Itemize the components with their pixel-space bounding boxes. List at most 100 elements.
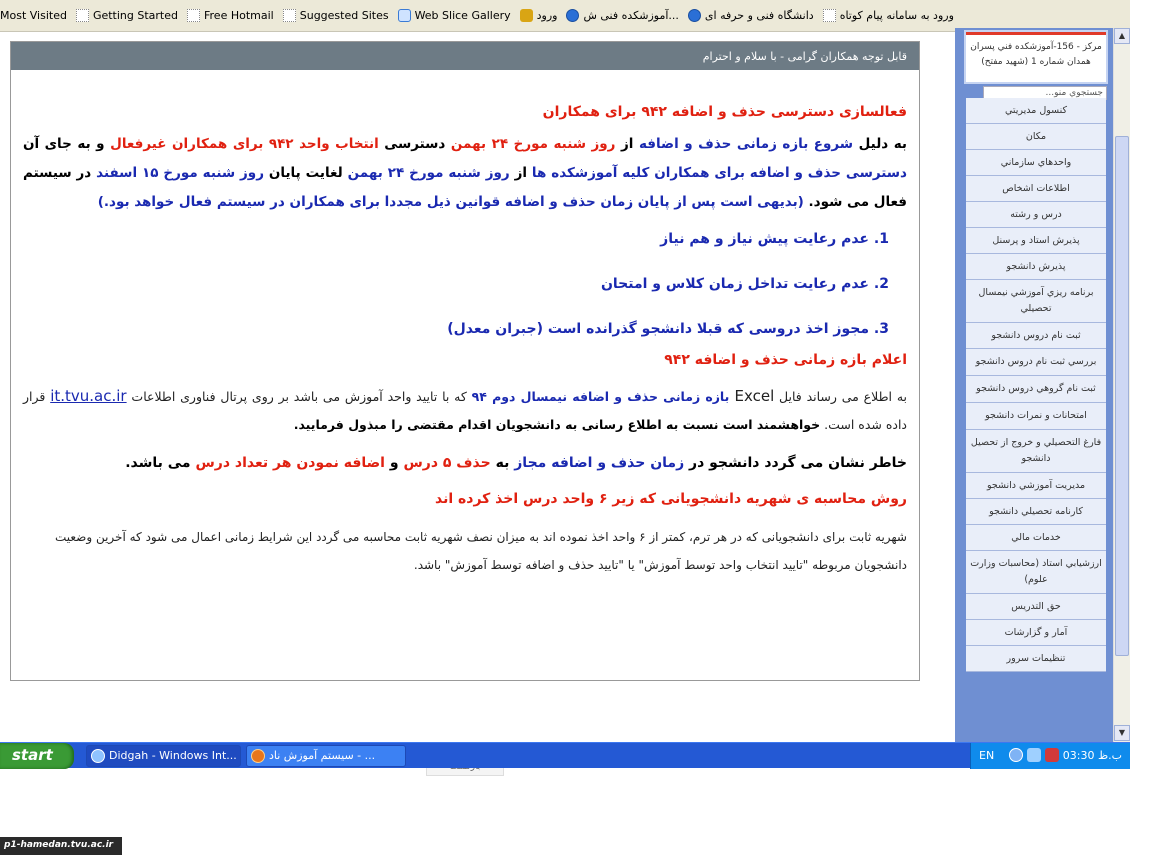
page-icon (282, 9, 296, 22)
sidebar-item[interactable]: ثبت نام دروس دانشجو (966, 323, 1106, 349)
bookmark-item[interactable]: دانشگاه فنی و حرفه ای (687, 9, 814, 22)
paragraph-note: خاطر نشان می گردد دانشجو در زمان حذف و ا… (23, 455, 907, 471)
text-span: که با تایید واحد آموزش می باشد بر روی پر… (126, 389, 472, 404)
task-button-firefox[interactable]: سیستم آموزش ناد - ... (246, 745, 406, 767)
logo-line: مرکز - 156-آموزشکده فني پسران (970, 42, 1102, 52)
system-tray: EN 03:30 ب.ظ (970, 743, 1130, 769)
text-span: زمان حذف و اضافه مجاز (514, 455, 685, 471)
scroll-up-icon[interactable]: ▲ (1114, 28, 1130, 44)
sidebar-item[interactable]: مديريت آموزشي دانشجو (966, 473, 1106, 499)
text-span: Excel (734, 387, 775, 405)
sidebar-item[interactable]: امتحانات و نمرات دانشجو (966, 403, 1106, 430)
sidebar-menu: کنسول مديريتي مکان واحدهاي سازماني اطلاعات … (966, 98, 1106, 672)
sidebar-item[interactable]: واحدهاي سازماني (966, 150, 1106, 176)
heading-tuition: روش محاسبه ی شهریه دانشجویانی که زیر ۶ و… (434, 491, 907, 507)
bookmark-item[interactable]: Free Hotmail (187, 9, 274, 22)
sidebar-item[interactable]: فارغ التحصيلي و خروج از تحصيل دانشجو (966, 430, 1106, 473)
list-item: مجوز اخذ دروسی که قبلا دانشجو گذرانده اس… (23, 317, 869, 341)
bookmark-item[interactable]: آموزشکده فنی ش... (566, 9, 679, 22)
ie-icon (91, 749, 105, 763)
announcement-panel: قابل توجه همکاران گرامی - با سلام و احتر… (10, 41, 920, 681)
footer-logo: p1-hamedan.tvu.ac.ir (0, 837, 122, 855)
security-icon[interactable] (1045, 748, 1059, 762)
bookmark-item[interactable]: Web Slice Gallery (397, 9, 511, 22)
text-span: از (509, 165, 532, 181)
clock: 03:30 ب.ظ (1062, 749, 1122, 762)
scroll-thumb[interactable] (1115, 136, 1129, 656)
sidebar-item[interactable]: حق التدريس (966, 594, 1106, 620)
taskbar: start Didgah - Windows Int... سیستم آموز… (0, 742, 1130, 769)
bookmark-item[interactable]: Suggested Sites (282, 9, 389, 22)
blue-globe-icon (566, 9, 580, 22)
list-item: عدم رعایت پیش نیاز و هم نیاز (23, 227, 869, 251)
text-span: خاطر نشان می گردد دانشجو در (684, 455, 907, 471)
blue-globe-icon (687, 9, 701, 22)
firefox-icon (251, 749, 265, 763)
sidebar-item[interactable]: پذيرش استاد و پرسنل (966, 228, 1106, 254)
bookmark-item[interactable]: ورود به سامانه پیام کوتاه (822, 9, 954, 22)
bookmark-item[interactable]: Getting Started (75, 9, 178, 22)
sidebar-item[interactable]: آمار و گزارشات (966, 620, 1106, 646)
text-span: خواهشمند است نسبت به اطلاع رسانی به دانش… (293, 417, 821, 432)
sidebar-item[interactable]: خدمات مالي (966, 525, 1106, 551)
heading-timeframe: اعلام بازه زمانی حذف و اضافه ۹۴۲ (664, 352, 907, 368)
text-span: از (615, 136, 639, 152)
ie-icon (397, 9, 411, 22)
bookmark-item[interactable]: Most Visited (0, 9, 67, 22)
sidebar-item[interactable]: بررسي ثبت نام دروس دانشجو (966, 349, 1106, 376)
bookmark-label: Free Hotmail (204, 9, 274, 22)
bookmark-label: ورود به سامانه پیام کوتاه (839, 9, 954, 22)
bookmark-label: آموزشکده فنی ش... (583, 9, 679, 22)
task-label: سیستم آموزش ناد - ... (269, 749, 376, 762)
bookmark-label: دانشگاه فنی و حرفه ای (704, 9, 814, 22)
text-span: و (384, 455, 404, 471)
bookmark-item[interactable]: ورود (519, 9, 558, 22)
tray-expand-icon[interactable] (1009, 748, 1023, 762)
scroll-down-icon[interactable]: ▼ (1114, 725, 1130, 741)
vertical-scrollbar[interactable]: ▲ ▼ (1113, 28, 1130, 743)
text-span: (بدیهی است پس از پایان زمان حذف و اضافه … (97, 194, 804, 210)
heading-activation: فعالسازی دسترسی حذف و اضافه ۹۴۲ برای همک… (542, 104, 907, 120)
sidebar-item[interactable]: کارنامه تحصيلي دانشجو (966, 499, 1106, 525)
sidebar-item[interactable]: کنسول مديريتي (966, 98, 1106, 124)
page-icon (187, 9, 200, 22)
bookmark-label: Getting Started (92, 9, 178, 22)
bookmark-label: Most Visited (0, 9, 67, 22)
rules-list: عدم رعایت پیش نیاز و هم نیاز عدم رعایت ت… (23, 227, 907, 341)
text-span: حذف ۵ درس (403, 455, 491, 471)
sidebar-item[interactable]: درس و رشته (966, 202, 1106, 228)
sidebar-item[interactable]: پذيرش دانشجو (966, 254, 1106, 280)
text-span: اضافه نمودن هر تعداد درس (195, 455, 385, 471)
sidebar-item[interactable]: ثبت نام گروهي دروس دانشجو (966, 376, 1106, 403)
start-button[interactable]: start (0, 743, 74, 769)
text-span: روز شنبه مورخ ۲۴ بهمن (450, 136, 616, 152)
network-icon[interactable] (1027, 748, 1041, 762)
text-span: شروع بازه زمانی حذف و اضافه (638, 136, 854, 152)
text-span: به دلیل (853, 136, 907, 152)
task-label: Didgah - Windows Int... (109, 749, 237, 762)
text-span: روز شنبه مورخ ۱۵ اسفند (96, 165, 264, 181)
sidebar-item[interactable]: برنامه ريزي آموزشي نيمسال تحصيلي (966, 280, 1106, 323)
paragraph-excel: به اطلاع می رساند فایل Excel بازه زمانی … (23, 382, 907, 439)
main-content: قابل توجه همکاران گرامی - با سلام و احتر… (0, 33, 945, 776)
center-logo: مرکز - 156-آموزشکده فني پسران همدان شمار… (964, 30, 1108, 84)
text-span: لغایت پایان (263, 165, 348, 181)
page-icon (822, 9, 836, 22)
page-icon (75, 9, 89, 22)
list-item: عدم رعایت تداخل زمان کلاس و امتحان (23, 272, 869, 296)
logo-line: همدان شماره 1 (شهيد مفتح) (981, 57, 1091, 67)
sidebar-item[interactable]: ارزشيابي استاد (محاسبات وزارت علوم) (966, 551, 1106, 594)
text-span: دسترسی (378, 136, 451, 152)
portal-link[interactable]: it.tvu.ac.ir (50, 387, 126, 405)
text-span: به (490, 455, 515, 471)
sidebar-item[interactable]: اطلاعات اشخاص (966, 176, 1106, 202)
bookmark-label: Web Slice Gallery (414, 9, 511, 22)
task-button-didgah[interactable]: Didgah - Windows Int... (86, 745, 241, 767)
panel-header: قابل توجه همکاران گرامی - با سلام و احتر… (11, 42, 919, 70)
language-indicator[interactable]: EN (979, 749, 994, 762)
sidebar-item[interactable]: تنظيمات سرور (966, 646, 1106, 672)
text-span: می باشد. (125, 455, 196, 471)
bookmark-label: ورود (536, 9, 558, 22)
sidebar-item[interactable]: مکان (966, 124, 1106, 150)
paragraph-tuition: شهریه ثابت برای دانشجویانی که در هر ترم،… (54, 530, 907, 572)
